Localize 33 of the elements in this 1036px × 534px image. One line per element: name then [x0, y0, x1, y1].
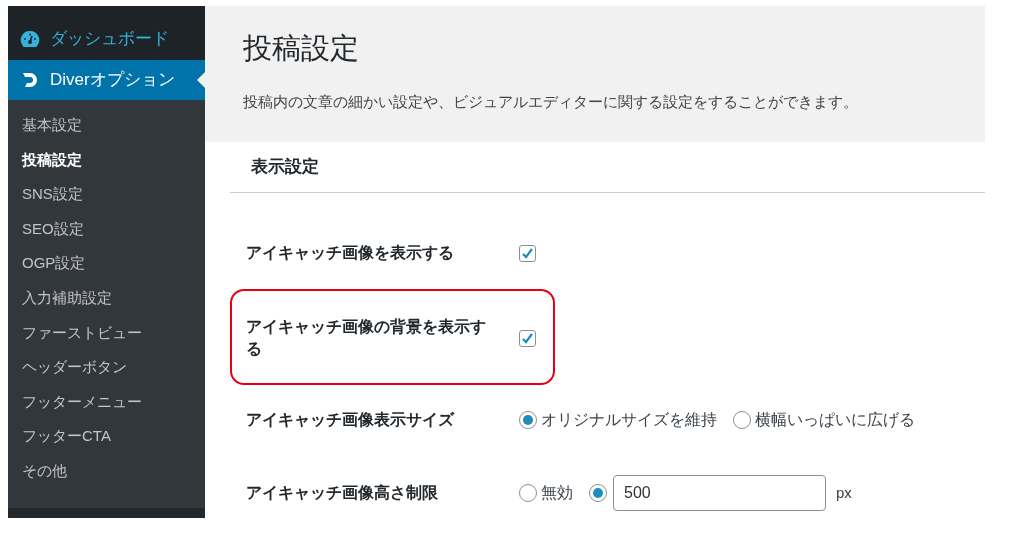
sidebar-item[interactable]: SEO設定 [8, 211, 205, 247]
section-title: 表示設定 [251, 156, 319, 179]
sidebar-item[interactable]: フッターCTA [8, 419, 205, 454]
setting-label: アイキャッチ画像高さ制限 [246, 483, 439, 503]
setting-label: アイキャッチ画像を表示する [246, 243, 455, 263]
sidebar-item[interactable]: ヘッダーボタン [8, 350, 205, 385]
sidebar-item[interactable]: ファーストビュー [8, 315, 205, 351]
unit-label: px [836, 482, 852, 503]
page-title: 投稿設定 [243, 31, 360, 66]
sidebar-item[interactable]: 投稿設定 [8, 142, 205, 178]
logo-icon [20, 70, 40, 90]
radio-button[interactable] [733, 411, 751, 429]
checkbox[interactable] [519, 329, 536, 347]
page-description: 投稿内の文章の細かい設定や、ビジュアルエディターに関する設定をすることができます。 [243, 93, 859, 112]
input-field[interactable]: 500 [613, 475, 826, 511]
radio-button[interactable] [589, 484, 607, 502]
sidebar-menu-item[interactable]: ダッシュボード [8, 18, 205, 60]
option-label: オリジナルサイズを維持 [541, 410, 717, 430]
sidebar-item[interactable]: SNS設定 [8, 177, 205, 212]
setting-label: アイキャッチ画像表示サイズ [246, 410, 456, 430]
sidebar-menu-item[interactable]: Diverオプション [8, 60, 205, 100]
setting-label: アイキャッチ画像の背景を表示する [246, 317, 487, 359]
sidebar-item[interactable]: その他 [8, 453, 205, 489]
sidebar-item[interactable]: 基本設定 [8, 108, 205, 143]
option-label: 横幅いっぱいに広げる [755, 410, 915, 430]
radio-button[interactable] [519, 484, 537, 502]
gauge-icon [20, 30, 40, 48]
sidebar-item[interactable]: OGP設定 [8, 246, 205, 281]
radio-button[interactable] [519, 411, 537, 429]
option-label: 無効 [541, 483, 573, 503]
sidebar-item[interactable]: 入力補助設定 [8, 280, 205, 316]
sidebar-item[interactable]: フッターメニュー [8, 384, 205, 420]
checkbox[interactable] [519, 244, 536, 262]
